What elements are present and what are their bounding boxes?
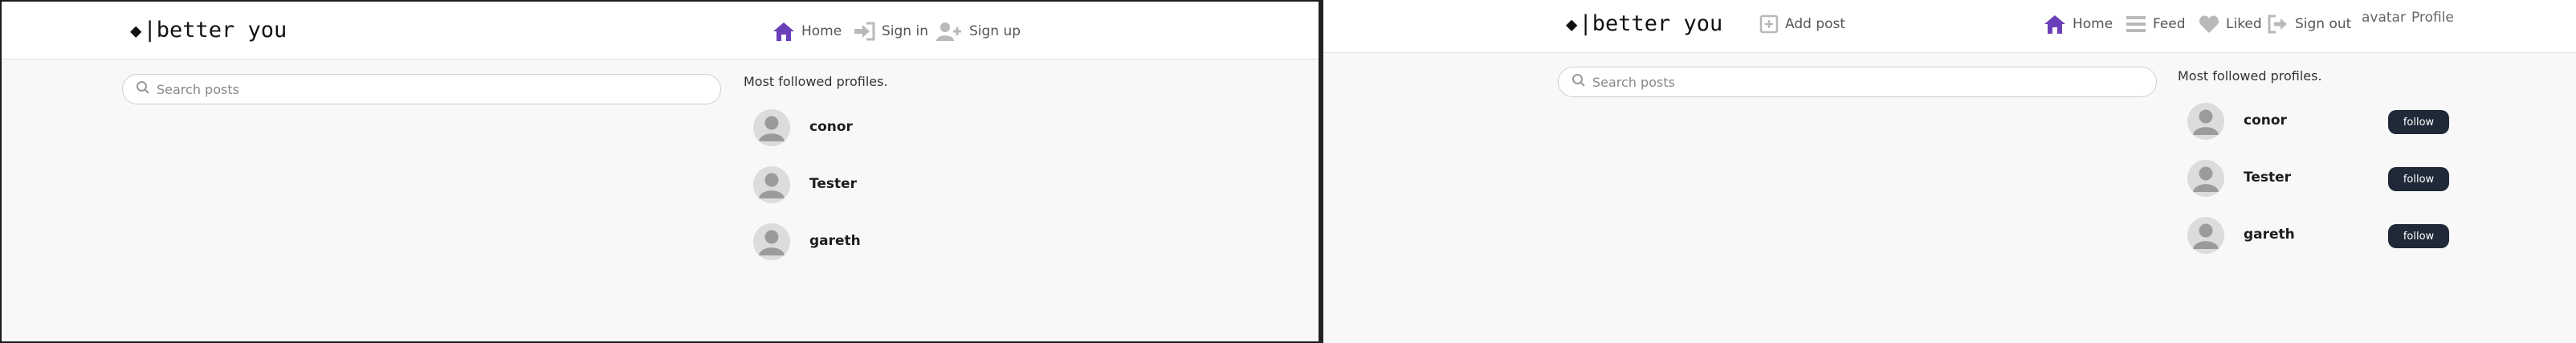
nav-home[interactable]: Home xyxy=(772,21,842,42)
nav-sign-out[interactable]: Sign out xyxy=(2268,14,2351,34)
nav-profile[interactable]: Profile xyxy=(2411,10,2454,26)
nav-liked-label: Liked xyxy=(2226,16,2262,32)
follow-button[interactable]: follow xyxy=(2388,110,2449,134)
avatar xyxy=(2187,160,2224,197)
add-post-icon xyxy=(1759,14,1779,34)
search-input[interactable] xyxy=(157,81,670,97)
browser-window-logged-in: ◆ |better you Add post Home Feed Liked S… xyxy=(1323,0,2576,343)
profile-name[interactable]: Tester xyxy=(809,176,857,192)
profile-row[interactable]: Tester xyxy=(753,166,1026,223)
profile-list: conor Tester gareth xyxy=(753,109,1026,280)
profile-row[interactable]: conor follow xyxy=(2187,103,2460,160)
profile-list: conor follow Tester follow gareth follow xyxy=(2187,103,2460,274)
nav-sign-up-label: Sign up xyxy=(969,23,1021,39)
home-icon xyxy=(772,21,795,42)
profile-row[interactable]: conor xyxy=(753,109,1026,166)
follow-button[interactable]: follow xyxy=(2388,167,2449,191)
profile-name[interactable]: Tester xyxy=(2244,169,2291,186)
profile-name[interactable]: conor xyxy=(809,119,853,135)
follow-button[interactable]: follow xyxy=(2388,224,2449,248)
avatar-alt-text[interactable]: avatar xyxy=(2362,10,2406,26)
avatar xyxy=(753,109,790,146)
search-bar[interactable] xyxy=(122,74,721,104)
avatar xyxy=(753,223,790,260)
profile-name[interactable]: gareth xyxy=(2244,227,2295,243)
profile-row[interactable]: gareth xyxy=(753,223,1026,280)
nav-sign-out-label: Sign out xyxy=(2295,16,2352,32)
browser-window-logged-out: ◆ |better you Home Sign in Sign up Searc… xyxy=(0,0,1320,343)
nav-sign-in[interactable]: Sign in xyxy=(853,21,928,42)
brand-logo[interactable]: ◆ |better you xyxy=(130,18,287,43)
avatar xyxy=(2187,103,2224,140)
brand-name: |better you xyxy=(1579,11,1723,36)
sign-out-icon xyxy=(2268,14,2289,34)
feed-icon xyxy=(2126,14,2146,34)
brand-logo[interactable]: ◆ |better you xyxy=(1566,11,1722,36)
nav-home-label: Home xyxy=(2073,16,2113,32)
search-icon xyxy=(136,80,150,98)
diamond-icon: ◆ xyxy=(1566,12,1578,35)
profile-name[interactable]: conor xyxy=(2244,112,2287,129)
nav-sign-in-label: Sign in xyxy=(882,23,928,39)
nav-feed-label: Feed xyxy=(2153,16,2186,32)
diamond-icon: ◆ xyxy=(130,18,142,42)
section-title-most-followed: Most followed profiles. xyxy=(744,74,888,89)
search-bar[interactable] xyxy=(1558,67,2157,97)
nav-home-label: Home xyxy=(801,23,842,39)
section-title-most-followed: Most followed profiles. xyxy=(2178,68,2322,84)
nav-add-post[interactable]: Add post xyxy=(1759,14,1845,34)
nav-sign-up[interactable]: Sign up xyxy=(935,21,1021,42)
add-user-icon xyxy=(935,21,963,42)
nav-liked[interactable]: Liked xyxy=(2199,14,2262,34)
home-icon xyxy=(2044,14,2066,35)
nav-add-post-label: Add post xyxy=(1785,16,1846,32)
search-icon xyxy=(1571,73,1586,91)
profile-name[interactable]: gareth xyxy=(809,233,861,249)
brand-name: |better you xyxy=(143,18,287,43)
navbar: ◆ |better you Home Sign in Sign up xyxy=(2,2,1319,59)
search-input[interactable] xyxy=(1592,74,2106,90)
navbar: ◆ |better you Add post Home Feed Liked S… xyxy=(1323,0,2576,53)
sign-in-icon xyxy=(853,21,875,42)
avatar xyxy=(2187,217,2224,254)
avatar xyxy=(753,166,790,203)
profile-row[interactable]: Tester follow xyxy=(2187,160,2460,217)
nav-feed[interactable]: Feed xyxy=(2126,14,2186,34)
nav-home[interactable]: Home xyxy=(2044,14,2113,35)
profile-row[interactable]: gareth follow xyxy=(2187,217,2460,274)
heart-icon xyxy=(2199,14,2219,34)
